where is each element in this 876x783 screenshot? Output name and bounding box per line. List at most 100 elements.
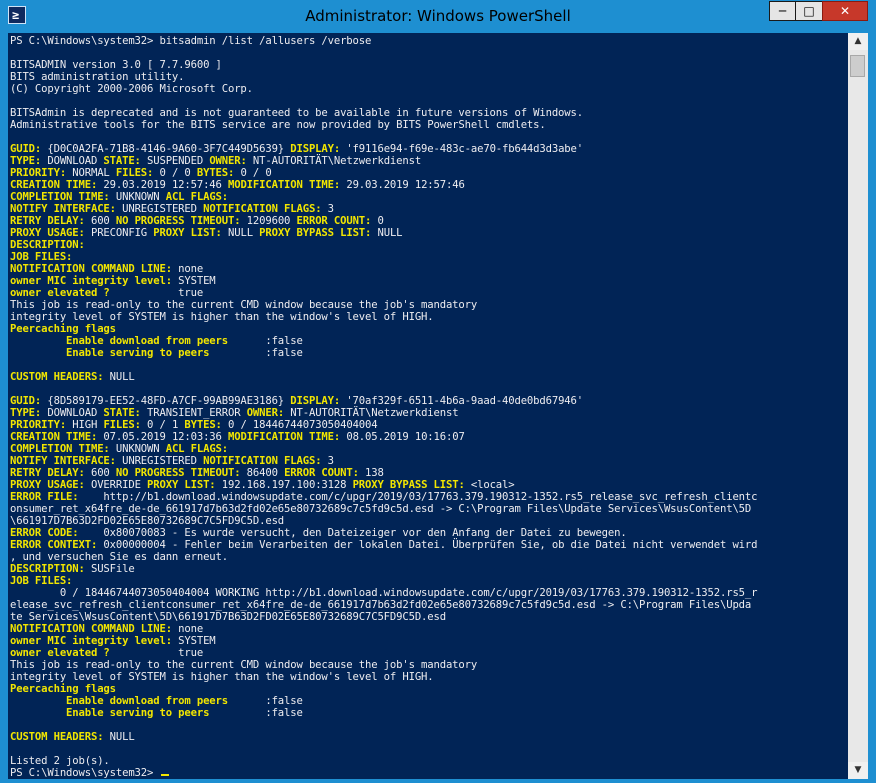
console-line: PS C:\Windows\system32> bitsadmin /list … bbox=[10, 35, 371, 47]
scroll-up-arrow-icon[interactable]: ▲ bbox=[848, 33, 868, 50]
console-text: NORMAL bbox=[66, 167, 116, 179]
console-text: elease_svc_refresh_clientconsumer_ret_x6… bbox=[10, 599, 752, 611]
console-line: NOTIFICATION COMMAND LINE: none bbox=[10, 263, 203, 275]
console-line: Enable serving to peers :false bbox=[10, 707, 303, 719]
console-field-label: ERROR FILE: bbox=[10, 491, 79, 503]
console-field-label: Enable serving to peers bbox=[10, 707, 210, 719]
console-line: PRIORITY: NORMAL FILES: 0 / 0 BYTES: 0 /… bbox=[10, 167, 272, 179]
console-line: owner MIC integrity level: SYSTEM bbox=[10, 275, 216, 287]
console-output[interactable]: PS C:\Windows\system32> bitsadmin /list … bbox=[8, 33, 848, 779]
console-field-label: TYPE: bbox=[10, 155, 42, 167]
console-field-label: ERROR COUNT: bbox=[296, 215, 372, 227]
console-text: NULL bbox=[103, 371, 135, 383]
console-field-label: DISPLAY: bbox=[290, 395, 341, 407]
console-text: 600 bbox=[84, 215, 116, 227]
console-field-label: owner elevated ? bbox=[10, 647, 110, 659]
console-field-label: BYTES: bbox=[184, 419, 222, 431]
console-field-label: NOTIFY INTERFACE: bbox=[10, 455, 116, 467]
console-line: BITS administration utility. bbox=[10, 71, 185, 83]
console-line: ERROR CODE: 0x80070083 - Es wurde versuc… bbox=[10, 527, 627, 539]
console-text: 192.168.197.100:3128 bbox=[215, 479, 353, 491]
minimize-icon: ─ bbox=[778, 4, 787, 18]
console-line: NOTIFY INTERFACE: UNREGISTERED NOTIFICAT… bbox=[10, 203, 334, 215]
console-field-label: STATE: bbox=[103, 155, 141, 167]
console-field-label: owner MIC integrity level: bbox=[10, 275, 172, 287]
console-text: SYSTEM bbox=[171, 635, 216, 647]
console-text: onsumer_ret_x64fre_de-de_661917d7b63d2fd… bbox=[10, 503, 752, 515]
console-line: \661917D7B63D2FD02E65E80732689C7C5FD9C5D… bbox=[10, 515, 284, 527]
console-line: RETRY DELAY: 600 NO PROGRESS TIMEOUT: 12… bbox=[10, 215, 384, 227]
console-line: CUSTOM HEADERS: NULL bbox=[10, 371, 135, 383]
console-text: :false bbox=[227, 695, 303, 707]
text-cursor bbox=[161, 774, 170, 776]
console-field-label: MODIFICATION TIME: bbox=[228, 179, 341, 191]
vertical-scrollbar[interactable]: ▲ ▼ bbox=[848, 33, 868, 779]
console-text: TRANSIENT_ERROR bbox=[140, 407, 247, 419]
console-text: 29.03.2019 12:57:46 bbox=[340, 179, 465, 191]
console-line: This job is read-only to the current CMD… bbox=[10, 299, 477, 311]
console-line: DESCRIPTION: SUSFile bbox=[10, 563, 135, 575]
console-field-label: RETRY DELAY: bbox=[10, 215, 85, 227]
console-line: owner elevated ? true bbox=[10, 287, 203, 299]
console-text: This job is read-only to the current CMD… bbox=[10, 659, 478, 671]
maximize-button[interactable]: □ bbox=[795, 1, 823, 21]
console-line: onsumer_ret_x64fre_de-de_661917d7b63d2fd… bbox=[10, 503, 751, 515]
console-field-label: PROXY LIST: bbox=[147, 479, 216, 491]
console-text: NT-AUTORITÄT\Netzwerkdienst bbox=[284, 407, 459, 419]
console-field-label: PROXY LIST: bbox=[153, 227, 222, 239]
console-text: :false bbox=[209, 707, 303, 719]
console-line: Enable download from peers :false bbox=[10, 335, 303, 347]
console-line: te Services\WsusContent\5D\661917D7B63D2… bbox=[10, 611, 446, 623]
console-field-label: ERROR COUNT: bbox=[284, 467, 359, 479]
console-line: CUSTOM HEADERS: NULL bbox=[10, 731, 135, 743]
console-field-label: PRIORITY: bbox=[10, 167, 67, 179]
console-line: NOTIFY INTERFACE: UNREGISTERED NOTIFICAT… bbox=[10, 455, 334, 467]
console-text: 3 bbox=[321, 455, 334, 467]
minimize-button[interactable]: ─ bbox=[769, 1, 796, 21]
scrollbar-thumb[interactable] bbox=[850, 55, 865, 77]
console-text: Listed 2 job(s). bbox=[10, 755, 110, 767]
console-line: PRIORITY: HIGH FILES: 0 / 1 BYTES: 0 / 1… bbox=[10, 419, 378, 431]
console-text: 86400 bbox=[240, 467, 285, 479]
console-text: 0 / 1 bbox=[140, 419, 185, 431]
console-field-label: TYPE: bbox=[10, 407, 42, 419]
console-field-label: CUSTOM HEADERS: bbox=[10, 371, 104, 383]
maximize-icon: □ bbox=[803, 4, 815, 18]
console-field-label: COMPLETION TIME: bbox=[10, 443, 110, 455]
console-text: '70af329f-6511-4b6a-9aad-40de0bd67946' bbox=[340, 395, 583, 407]
console-text: :false bbox=[209, 347, 303, 359]
close-button[interactable]: ✕ bbox=[822, 1, 868, 21]
console-text: true bbox=[109, 287, 204, 299]
console-text: NULL bbox=[103, 731, 135, 743]
console-text: http://b1.download.windowsupdate.com/c/u… bbox=[78, 491, 758, 503]
console-field-label: NOTIFICATION FLAGS: bbox=[203, 455, 322, 467]
console-line: integrity level of SYSTEM is higher than… bbox=[10, 671, 434, 683]
console-field-label: PROXY USAGE: bbox=[10, 227, 85, 239]
console-text: 0x00000004 - Fehler beim Verarbeiten der… bbox=[97, 539, 758, 551]
console-text: integrity level of SYSTEM is higher than… bbox=[10, 671, 434, 683]
console-text: PS C:\Windows\system32> bitsadmin /list … bbox=[10, 35, 372, 47]
console-field-label: owner MIC integrity level: bbox=[10, 635, 172, 647]
console-text: NULL bbox=[221, 227, 260, 239]
scroll-down-arrow-icon[interactable]: ▼ bbox=[848, 762, 868, 779]
console-field-label: DISPLAY: bbox=[290, 143, 341, 155]
console-line: owner MIC integrity level: SYSTEM bbox=[10, 635, 216, 647]
title-bar[interactable]: ≥ Administrator: Windows PowerShell ─ □ … bbox=[0, 0, 876, 33]
console-text: UNKNOWN bbox=[109, 443, 166, 455]
console-field-label: STATE: bbox=[103, 407, 141, 419]
console-line: Listed 2 job(s). bbox=[10, 755, 110, 767]
console-field-label: MODIFICATION TIME: bbox=[228, 431, 341, 443]
console-field-label: PROXY BYPASS LIST: bbox=[259, 227, 372, 239]
console-field-label: BYTES: bbox=[196, 167, 235, 179]
console-line: PROXY USAGE: PRECONFIG PROXY LIST: NULL … bbox=[10, 227, 403, 239]
console-text: HIGH bbox=[66, 419, 104, 431]
window-frame-bottom bbox=[0, 779, 876, 783]
console-field-label: PROXY BYPASS LIST: bbox=[352, 479, 465, 491]
console-line: 0 / 18446744073050404004 WORKING http://… bbox=[10, 587, 758, 599]
close-icon: ✕ bbox=[839, 4, 851, 18]
console-text: 'f9116e94-f69e-483c-ae70-fb644d3d3abe' bbox=[340, 143, 583, 155]
console-field-label: RETRY DELAY: bbox=[10, 467, 85, 479]
console-text: UNREGISTERED bbox=[115, 455, 204, 467]
console-text: 07.05.2019 12:03:36 bbox=[97, 431, 228, 443]
console-field-label: NO PROGRESS TIMEOUT: bbox=[115, 467, 241, 479]
